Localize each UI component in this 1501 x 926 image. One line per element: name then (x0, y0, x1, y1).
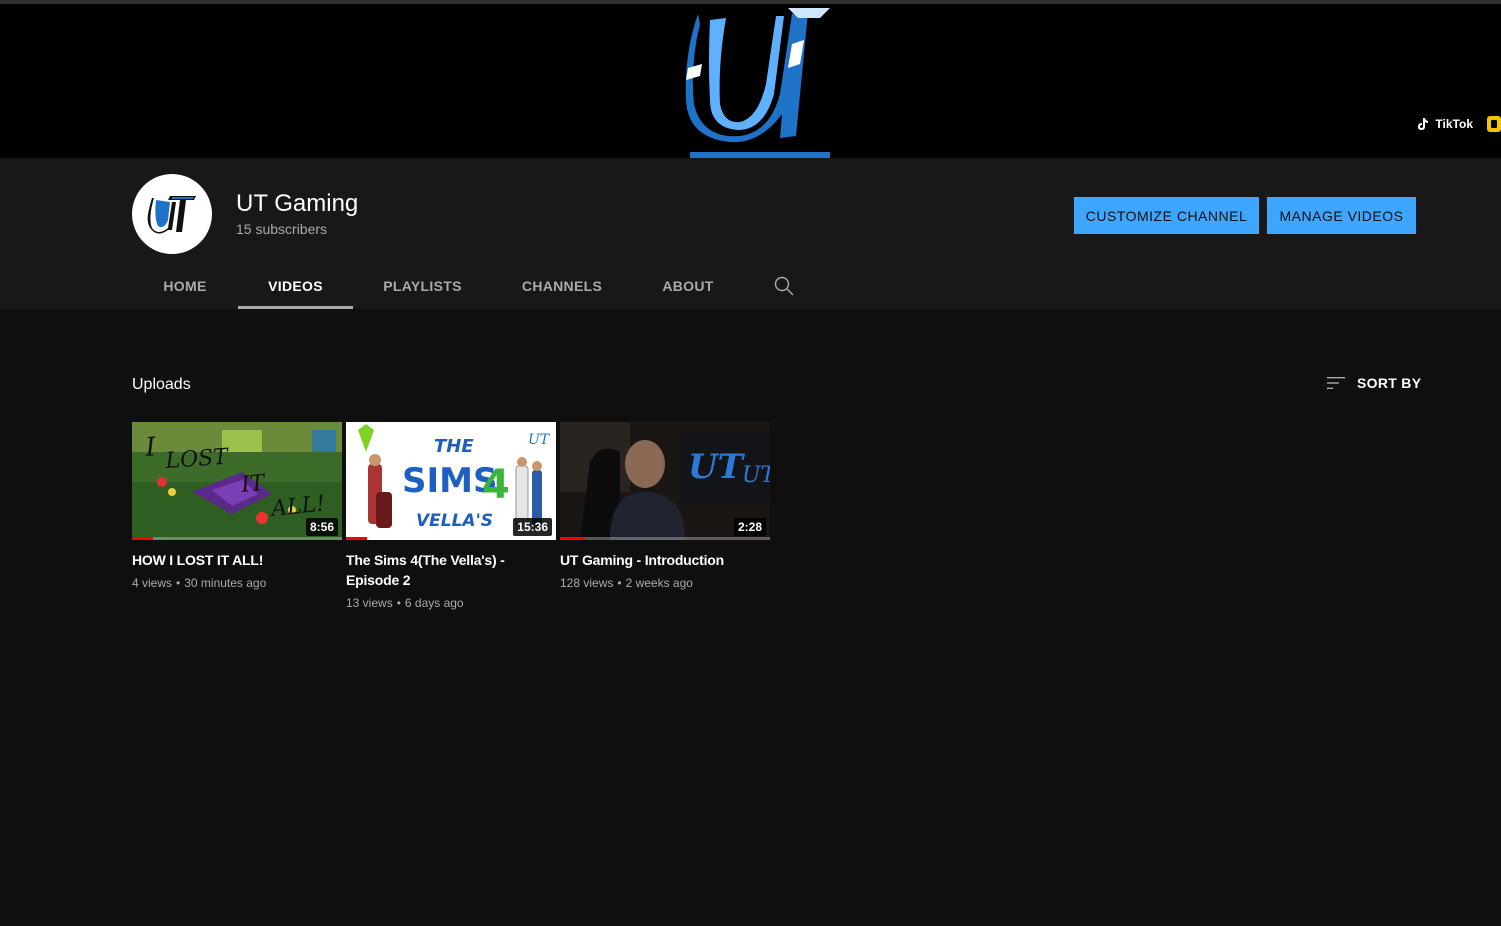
video-title[interactable]: The Sims 4(The Vella's) - Episode 2 (346, 550, 556, 590)
video-meta: 128 views • 2 weeks ago (560, 576, 693, 590)
video-age: 2 weeks ago (625, 576, 693, 590)
channel-avatar[interactable] (132, 174, 212, 254)
watch-progress (346, 537, 556, 540)
channel-tabs: HOME VIDEOS PLAYLISTS CHANNELS ABOUT (132, 263, 824, 309)
video-thumbnail[interactable]: I LOST IT ALL! 8:56 (132, 422, 342, 540)
watch-progress-fill (346, 537, 367, 540)
channel-name: UT Gaming (236, 190, 359, 217)
search-icon (774, 276, 794, 296)
manage-videos-button[interactable]: MANAGE VIDEOS (1267, 197, 1416, 234)
svg-text:THE: THE (434, 436, 474, 457)
tab-home[interactable]: HOME (132, 263, 238, 309)
video-card[interactable]: I LOST IT ALL! 8:56 HOW I LOST IT ALL! 4… (132, 422, 342, 590)
sort-icon (1327, 377, 1345, 389)
video-duration: 8:56 (305, 518, 338, 536)
video-card[interactable]: UT UT 2:28 UT Gaming - Introduction 128 … (560, 422, 770, 590)
svg-text:UT: UT (742, 463, 770, 488)
tiktok-link-label: TikTok (1435, 117, 1473, 131)
tab-playlists[interactable]: PLAYLISTS (353, 263, 492, 309)
svg-text:4: 4 (482, 462, 510, 508)
sort-by-button[interactable]: SORT BY (1326, 375, 1421, 391)
video-thumbnail[interactable]: THE SIMS 4 VELLA'S UT 15:36 (346, 422, 556, 540)
watch-progress-fill (132, 537, 153, 540)
video-card[interactable]: THE SIMS 4 VELLA'S UT 15:36 The Sims 4(T… (346, 422, 556, 610)
svg-text:VELLA'S: VELLA'S (416, 511, 493, 531)
video-title[interactable]: UT Gaming - Introduction (560, 550, 770, 570)
tab-videos[interactable]: VIDEOS (238, 263, 353, 309)
tiktok-link[interactable]: TikTok (1415, 117, 1473, 131)
video-title[interactable]: HOW I LOST IT ALL! (132, 550, 342, 570)
video-meta: 13 views • 6 days ago (346, 596, 464, 610)
watch-progress-fill (560, 537, 586, 540)
tab-about[interactable]: ABOUT (632, 263, 744, 309)
channel-banner: TikTok (0, 4, 1501, 158)
video-views: 13 views (346, 596, 393, 610)
tab-channels[interactable]: CHANNELS (492, 263, 632, 309)
subscriber-count: 15 subscribers (236, 221, 328, 237)
video-age: 6 days ago (404, 596, 464, 610)
watch-progress (560, 537, 770, 540)
video-duration: 2:28 (733, 518, 766, 536)
video-thumbnail[interactable]: UT UT 2:28 (560, 422, 770, 540)
video-age: 30 minutes ago (184, 576, 267, 590)
video-views: 128 views (560, 576, 614, 590)
banner-links: TikTok (1415, 116, 1501, 132)
channel-header: UT Gaming 15 subscribers CUSTOMIZE CHANN… (0, 158, 1501, 309)
svg-text:UT: UT (688, 447, 746, 487)
svg-text:LOST: LOST (164, 445, 231, 475)
svg-text:UT: UT (528, 432, 551, 448)
watch-progress (132, 537, 342, 540)
uploads-heading[interactable]: Uploads (132, 376, 191, 394)
video-views: 4 views (132, 576, 173, 590)
tiktok-icon (1418, 118, 1429, 130)
channel-search-button[interactable] (744, 263, 824, 309)
customize-channel-button[interactable]: CUSTOMIZE CHANNEL (1074, 197, 1259, 234)
video-duration: 15:36 (513, 518, 552, 536)
video-meta: 4 views • 30 minutes ago (132, 576, 267, 590)
snapchat-icon[interactable] (1487, 116, 1501, 132)
avatar-logo (147, 196, 196, 234)
banner-logo (685, 8, 830, 158)
sort-by-label: SORT BY (1357, 375, 1422, 391)
